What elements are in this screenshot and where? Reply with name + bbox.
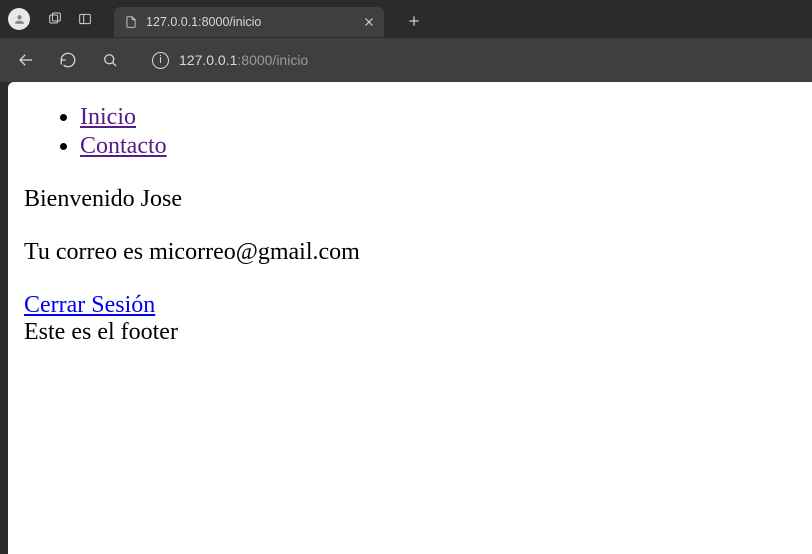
browser-tab[interactable]: 127.0.0.1:8000/inicio (114, 7, 384, 37)
list-item: Inicio (80, 104, 796, 131)
footer-text: Este es el footer (24, 319, 796, 346)
browser-titlebar: 127.0.0.1:8000/inicio (0, 0, 812, 38)
new-tab-button[interactable] (400, 7, 428, 35)
welcome-text: Bienvenido Jose (24, 186, 796, 213)
url-host: 127.0.0.1 (179, 52, 237, 68)
nav-link-inicio[interactable]: Inicio (80, 104, 136, 130)
back-button[interactable] (16, 50, 36, 70)
page-content: Inicio Contacto Bienvenido Jose Tu corre… (8, 82, 812, 554)
reload-button[interactable] (58, 50, 78, 70)
url-text: 127.0.0.1:8000/inicio (179, 52, 308, 68)
close-icon[interactable] (362, 15, 376, 29)
nav-link-contacto[interactable]: Contacto (80, 133, 167, 159)
address-bar[interactable]: i 127.0.0.1:8000/inicio (152, 52, 308, 69)
nav-list: Inicio Contacto (24, 104, 796, 160)
url-path: :8000/inicio (237, 52, 308, 68)
list-item: Contacto (80, 133, 796, 160)
panel-icon[interactable] (76, 10, 94, 28)
email-text: Tu correo es micorreo@gmail.com (24, 239, 796, 266)
tab-title: 127.0.0.1:8000/inicio (146, 15, 354, 29)
file-icon (124, 15, 138, 29)
site-info-icon[interactable]: i (152, 52, 169, 69)
workspaces-icon[interactable] (46, 10, 64, 28)
browser-toolbar: i 127.0.0.1:8000/inicio (0, 38, 812, 82)
profile-icon[interactable] (8, 8, 30, 30)
search-button[interactable] (100, 50, 120, 70)
logout-link[interactable]: Cerrar Sesión (24, 292, 155, 318)
